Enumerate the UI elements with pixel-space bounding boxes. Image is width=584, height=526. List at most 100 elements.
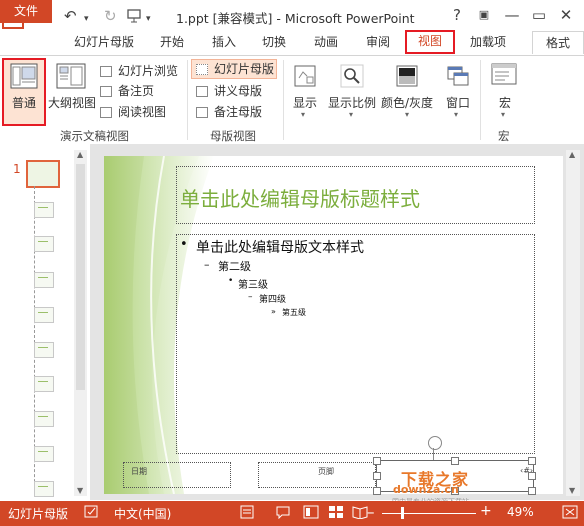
color-grayscale-icon (395, 64, 419, 91)
ribbon-display-icon[interactable]: ▣ (472, 4, 496, 26)
body-bullet: • (228, 276, 234, 286)
spelling-icon[interactable] (84, 505, 100, 522)
resize-handle[interactable] (528, 457, 536, 465)
zoom-slider-track[interactable] (382, 513, 476, 514)
tab-file[interactable]: 文件 (0, 0, 52, 23)
notes-page-button[interactable]: 备注页 (100, 82, 154, 100)
tab-review[interactable]: 审阅 (356, 31, 400, 54)
layout-thumbnail[interactable] (34, 411, 54, 427)
layout-thumbnail[interactable] (34, 307, 54, 323)
slide-sorter-status-icon[interactable] (328, 505, 344, 522)
customize-qat-icon[interactable]: ▾ (146, 11, 151, 27)
tab-slide-master[interactable]: 幻灯片母版 (64, 31, 144, 54)
outline-view-label: 大纲视图 (47, 96, 96, 110)
restore-button[interactable]: ▭ (527, 4, 551, 26)
slideshow-icon[interactable] (126, 8, 142, 27)
tab-home[interactable]: 开始 (150, 31, 194, 54)
window-icon (446, 64, 470, 91)
resize-handle[interactable] (373, 487, 381, 495)
resize-handle[interactable] (373, 457, 381, 465)
footer-placeholder-text: 页脚 (318, 467, 334, 476)
normal-view-status-icon[interactable] (303, 505, 319, 522)
tab-format[interactable]: 格式 (532, 31, 584, 54)
notes-page-label: 备注页 (118, 84, 155, 98)
redo-icon[interactable]: ↻ (104, 8, 117, 24)
tab-insert[interactable]: 插入 (202, 31, 246, 54)
zoom-in-icon[interactable]: + (480, 503, 492, 519)
tab-view[interactable]: 视图 (405, 30, 455, 54)
layout-thumbnail[interactable] (34, 272, 54, 288)
master-views-group-label: 母版视图 (210, 129, 256, 143)
scroll-up-icon[interactable]: ▲ (77, 150, 83, 159)
fit-to-window-icon[interactable] (562, 505, 578, 522)
resize-handle[interactable] (528, 472, 536, 480)
macros-label: 宏 (498, 96, 511, 110)
footer-placeholder[interactable] (258, 462, 376, 488)
comments-icon[interactable] (275, 505, 291, 522)
notes-master-button[interactable]: 备注母版 (196, 103, 262, 121)
separator (480, 60, 481, 140)
zoom-icon (340, 64, 364, 91)
color-grayscale-label: 颜色/灰度 (380, 96, 434, 110)
zoom-slider-thumb[interactable] (401, 507, 405, 519)
slide-scrollbar[interactable] (566, 150, 580, 496)
language-indicator[interactable]: 中文(中国) (114, 505, 171, 522)
window-dropdown-icon: ▾ (454, 110, 459, 119)
thumbnail-scroll-thumb[interactable] (76, 164, 85, 390)
reading-view-label: 阅读视图 (118, 105, 167, 119)
resize-handle[interactable] (373, 472, 381, 480)
handout-master-label: 讲义母版 (214, 84, 263, 98)
layout-thumbnail[interactable] (34, 342, 54, 358)
rotation-line (433, 448, 434, 460)
zoom-out-icon[interactable]: – (367, 503, 375, 521)
macros-dropdown-icon: ▾ (501, 110, 506, 119)
rotation-handle[interactable] (428, 436, 442, 450)
body-level-4: 第四级 (259, 295, 287, 305)
scroll-up-icon[interactable]: ▲ (569, 150, 575, 159)
notes-master-icon (196, 107, 208, 118)
tab-animations[interactable]: 动画 (304, 31, 348, 54)
zoom-percent[interactable]: 49% (507, 505, 534, 519)
resize-handle[interactable] (528, 487, 536, 495)
resize-handle[interactable] (451, 457, 459, 465)
outline-view-icon (56, 63, 86, 92)
close-button[interactable]: ✕ (554, 4, 578, 26)
layout-thumbnail[interactable] (34, 236, 54, 252)
help-button[interactable]: ? (445, 4, 469, 26)
body-bullet: – (248, 292, 253, 302)
reading-view-button[interactable]: 阅读视图 (100, 103, 166, 121)
minimize-button[interactable]: — (500, 4, 524, 26)
macros-group-label: 宏 (498, 129, 510, 143)
layout-thumbnail[interactable] (34, 481, 54, 497)
body-bullet: – (204, 258, 210, 271)
normal-view-label: 普通 (11, 96, 36, 110)
show-label: 显示 (292, 96, 317, 110)
master-thumbnail[interactable] (26, 160, 60, 188)
notes-icon[interactable] (239, 505, 255, 522)
color-dropdown-icon: ▾ (405, 110, 410, 119)
slide-sorter-button[interactable]: 幻灯片浏览 (100, 62, 178, 80)
slide-sorter-label: 幻灯片浏览 (118, 64, 179, 78)
reading-view-status-icon[interactable] (352, 505, 368, 522)
layout-thumbnail[interactable] (34, 202, 54, 218)
body-level-2: 第二级 (218, 260, 251, 273)
separator (187, 60, 188, 140)
tab-addins[interactable]: 加载项 (460, 31, 516, 54)
scroll-down-icon[interactable]: ▼ (569, 486, 575, 495)
layout-thumbnail[interactable] (34, 376, 54, 392)
slide-master-label: 幻灯片母版 (214, 62, 275, 76)
slide-master-icon (196, 64, 208, 75)
separator (283, 60, 284, 140)
body-level-1: 单击此处编辑母版文本样式 (196, 240, 364, 256)
slide-sorter-icon (100, 66, 112, 77)
scroll-down-icon[interactable]: ▼ (77, 486, 83, 495)
window-label: 窗口 (445, 96, 470, 110)
window-title: 1.ppt [兼容模式] - Microsoft PowerPoint (176, 11, 415, 26)
undo-icon[interactable]: ↶ (64, 8, 77, 24)
tab-transitions[interactable]: 切换 (252, 31, 296, 54)
handout-master-icon (196, 86, 208, 97)
slide-master-row: 幻灯片母版 (196, 60, 274, 78)
handout-master-button[interactable]: 讲义母版 (196, 82, 262, 100)
undo-dropdown-icon[interactable]: ▾ (84, 11, 89, 27)
layout-thumbnail[interactable] (34, 446, 54, 462)
